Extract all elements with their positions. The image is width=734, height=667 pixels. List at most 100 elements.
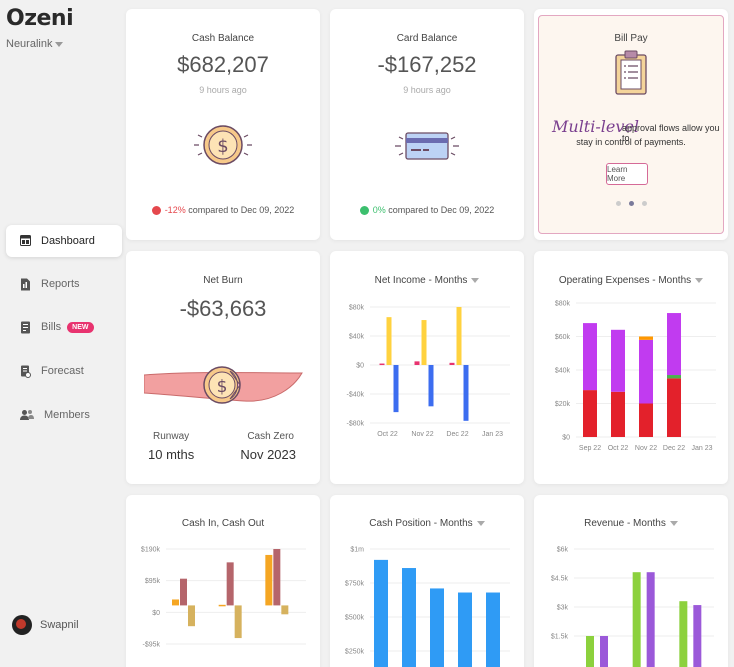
y-tick-label: $80k — [349, 305, 365, 312]
cash-zero-label: Cash Zero — [247, 431, 294, 442]
bar — [374, 559, 388, 667]
bar — [414, 361, 420, 365]
bar — [463, 365, 469, 421]
carousel-dot-active[interactable] — [628, 201, 634, 206]
bar — [281, 605, 289, 615]
carousel-pager — [534, 201, 728, 206]
sidebar-item-members[interactable]: Members — [6, 399, 122, 431]
chart-title[interactable]: Revenue - Months — [534, 518, 728, 529]
bar — [600, 636, 608, 667]
bar — [180, 578, 187, 606]
user-profile[interactable]: Swapnil — [12, 615, 79, 635]
app-logo[interactable]: Ozeni — [6, 6, 74, 31]
y-tick-label: $60k — [555, 334, 571, 341]
reports-icon — [20, 278, 31, 291]
x-tick-label: Nov 22 — [411, 431, 433, 438]
chart-title-text: Cash Position - Months — [369, 518, 473, 529]
card-balance-value: -$167,252 — [377, 52, 477, 77]
chevron-down-icon — [471, 277, 480, 283]
y-tick-label: $0 — [152, 610, 160, 617]
bar-segment — [667, 378, 681, 437]
revenue-card[interactable]: Revenue - Months $6k $4.5k $3k $1.5k — [534, 495, 728, 667]
bar — [586, 636, 594, 667]
sidebar-item-dashboard[interactable]: Dashboard — [6, 225, 122, 257]
bar-segment — [667, 375, 681, 379]
net-burn-value: -$63,663 — [179, 296, 267, 321]
y-tick-label: $750k — [345, 581, 365, 588]
y-tick-label: $190k — [141, 547, 161, 554]
svg-text:$: $ — [217, 136, 228, 157]
last-updated: 9 hours ago — [403, 85, 451, 95]
net-burn-card[interactable]: Net Burn -$63,663 $ Runway 10 mths Cash … — [126, 251, 320, 484]
net-income-card[interactable]: Net Income - Months $80k $40k $0 -$40k -$80k… — [330, 251, 524, 484]
burning-coin-illustration-icon: $ — [144, 366, 303, 404]
y-tick-label: $500k — [345, 615, 365, 622]
bar — [172, 599, 179, 606]
last-updated: 9 hours ago — [199, 85, 247, 95]
y-tick-label: -$40k — [346, 392, 364, 399]
change-percent: -12% — [164, 205, 186, 215]
bar — [421, 320, 427, 365]
y-tick-label: $80k — [555, 301, 571, 308]
chart-title[interactable]: Cash Position - Months — [330, 518, 524, 529]
sidebar-item-label: Reports — [41, 278, 80, 290]
bills-icon — [20, 321, 31, 334]
cash-zero-value: Nov 2023 — [240, 447, 296, 462]
y-tick-label: $1.5k — [551, 634, 569, 641]
chart-title-text: Net Income - Months — [374, 275, 468, 286]
bar — [393, 365, 399, 413]
org-selector[interactable]: Neuralink — [6, 38, 64, 50]
cash-position-chart: $1m $750k $500k $250k — [345, 547, 510, 667]
y-tick-label: $40k — [349, 334, 365, 341]
sidebar-item-bills[interactable]: Bills NEW — [6, 311, 122, 343]
x-tick-label: Dec 22 — [446, 431, 468, 438]
dashboard-icon — [20, 234, 31, 248]
cash-position-card[interactable]: Cash Position - Months $1m $750k $500k $250… — [330, 495, 524, 667]
sidebar-item-label: Forecast — [41, 365, 84, 377]
carousel-dot[interactable] — [641, 201, 647, 206]
bar — [679, 601, 688, 667]
chart-title[interactable]: Operating Expenses - Months — [534, 275, 728, 286]
y-tick-label: $250k — [345, 649, 365, 656]
bar — [646, 572, 655, 667]
carousel-dot[interactable] — [615, 201, 621, 206]
bar — [430, 588, 444, 667]
runway-value: 10 mths — [148, 447, 195, 462]
bar — [226, 562, 234, 606]
bar-segment — [639, 403, 653, 437]
bar — [273, 549, 281, 606]
change-percent: 0% — [372, 205, 386, 215]
bar — [386, 317, 392, 365]
net-income-chart: $80k $40k $0 -$40k -$80k Oct 22 Nov 22 Dec 22 Ja… — [346, 305, 510, 438]
bar — [428, 365, 434, 407]
bar — [486, 592, 500, 667]
cash-in-out-card[interactable]: Cash In, Cash Out $190k $95k $0 -$95k — [126, 495, 320, 667]
sidebar-item-forecast[interactable]: Forecast — [6, 355, 122, 387]
x-tick-label: Sep 22 — [579, 445, 601, 452]
chart-title-text: Revenue - Months — [584, 518, 666, 529]
chart-title: Cash In, Cash Out — [181, 518, 265, 529]
balance-comparison: -12% compared to Dec 09, 2022 — [126, 205, 320, 215]
y-tick-label: $40k — [555, 368, 571, 375]
x-tick-label: Jan 23 — [691, 445, 712, 452]
operating-expenses-chart: $80k $60k $40k $20k $0 Sep 22 Oct 22 Nov 22 Dec … — [555, 301, 716, 452]
sidebar-item-label: Members — [44, 409, 90, 421]
chart-title[interactable]: Net Income - Months — [330, 275, 524, 286]
sidebar-item-reports[interactable]: Reports — [6, 268, 122, 300]
bill-pay-card: Bill Pay Multi-level approval flows allo… — [534, 9, 728, 240]
bar-segment — [611, 391, 625, 437]
chevron-down-icon — [476, 520, 485, 526]
learn-more-button[interactable]: Learn More — [606, 163, 648, 185]
card-balance-card[interactable]: Card Balance -$167,252 9 hours ago 0% co… — [330, 9, 524, 240]
y-tick-label: $20k — [555, 401, 571, 408]
cash-balance-card[interactable]: Cash Balance $682,207 9 hours ago $ -12%… — [126, 9, 320, 240]
bar — [234, 605, 242, 639]
bar — [265, 554, 273, 606]
card-title: Net Burn — [203, 275, 243, 286]
chart-title-text: Operating Expenses - Months — [558, 275, 692, 286]
card-title: Bill Pay — [614, 33, 648, 44]
y-tick-label: -$95k — [142, 642, 160, 649]
operating-expenses-card[interactable]: Operating Expenses - Months $80k $60k $40k… — [534, 251, 728, 484]
balance-comparison: 0% compared to Dec 09, 2022 — [330, 205, 524, 215]
y-tick-label: $6k — [557, 547, 569, 554]
